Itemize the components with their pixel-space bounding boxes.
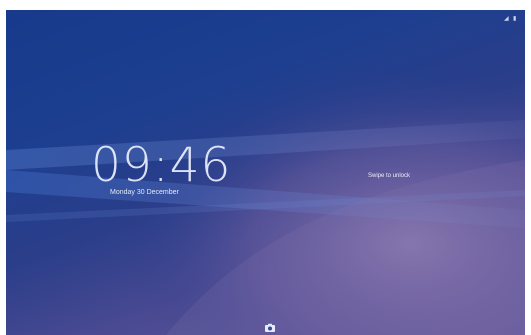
device-frame: ◢ ▮ 09:46 Monday 30 December Swipe to un… xyxy=(0,0,531,335)
lock-screen[interactable]: ◢ ▮ 09:46 Monday 30 December Swipe to un… xyxy=(6,10,525,335)
status-bar: ◢ ▮ xyxy=(504,14,519,24)
swipe-to-unlock-hint[interactable]: Swipe to unlock xyxy=(368,173,410,180)
wallpaper xyxy=(6,10,525,335)
battery-icon: ▮ xyxy=(513,16,517,22)
signal-icon: ◢ xyxy=(504,16,509,22)
camera-icon[interactable] xyxy=(264,322,276,334)
lock-clock: 09:46 xyxy=(91,138,232,193)
lock-date: Monday 30 December xyxy=(110,189,179,196)
